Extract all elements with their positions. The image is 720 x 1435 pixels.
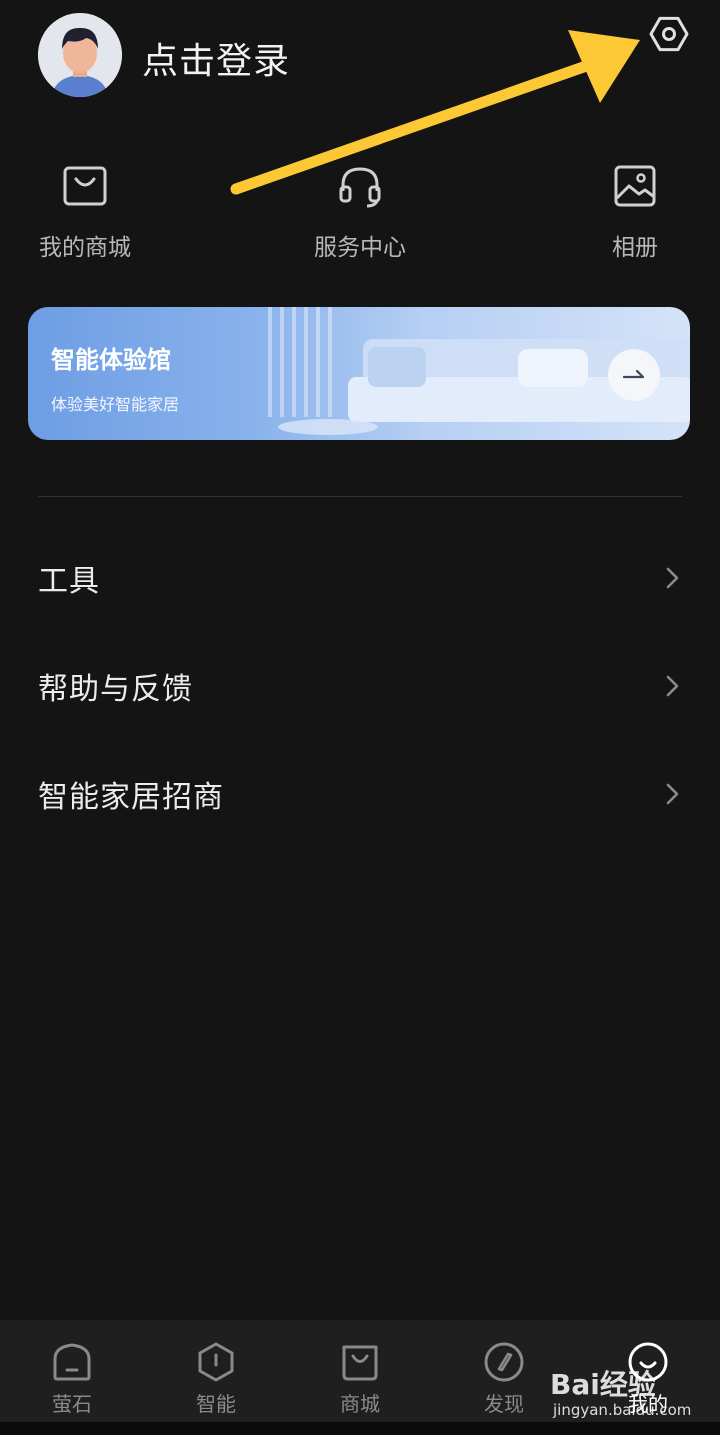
avatar[interactable]: [38, 13, 122, 97]
tab-label: 商城: [340, 1392, 380, 1416]
compass-icon: [482, 1340, 526, 1384]
tab-mall[interactable]: 商城: [288, 1320, 432, 1422]
home-icon: [50, 1340, 94, 1384]
banner-subtitle: 体验美好智能家居: [51, 395, 180, 414]
chevron-right-icon: [666, 675, 679, 697]
chevron-right-icon: [666, 783, 679, 805]
shortcut-label: 服务中心: [314, 235, 406, 261]
bottom-tab-bar: 萤石 智能 商城 发现 我的: [0, 1320, 720, 1422]
banner-arrow-button[interactable]: [608, 349, 660, 401]
arrow-right-icon: [622, 369, 645, 379]
tab-mine[interactable]: 我的: [576, 1320, 720, 1422]
menu-item-tools[interactable]: 工具: [0, 543, 720, 613]
tab-label: 智能: [196, 1392, 236, 1416]
menu-item-help-feedback[interactable]: 帮助与反馈: [0, 651, 720, 721]
banner-title: 智能体验馆: [51, 346, 171, 374]
shortcut-label: 相册: [612, 235, 658, 261]
shopping-bag-icon: [338, 1340, 382, 1384]
smile-icon: [626, 1340, 670, 1384]
tab-ezviz-home[interactable]: 萤石: [0, 1320, 144, 1422]
chevron-right-icon: [666, 567, 679, 589]
headset-icon: [334, 160, 386, 212]
system-nav-bar: [0, 1422, 720, 1435]
tab-label: 我的: [628, 1392, 668, 1416]
menu-item-label: 工具: [38, 564, 100, 599]
shortcut-service-center[interactable]: 服务中心: [290, 160, 430, 262]
shortcut-my-mall[interactable]: 我的商城: [15, 160, 155, 262]
bag-icon: [59, 160, 111, 212]
shortcut-album[interactable]: 相册: [565, 160, 705, 262]
login-link[interactable]: 点击登录: [142, 32, 290, 84]
divider: [38, 496, 682, 497]
menu-item-label: 智能家居招商: [38, 780, 224, 815]
photo-icon: [609, 160, 661, 212]
tab-label: 发现: [484, 1392, 524, 1416]
hexagon-info-icon: [194, 1340, 238, 1384]
settings-hexagon-icon: [649, 16, 689, 52]
tab-discover[interactable]: 发现: [432, 1320, 576, 1422]
experience-hall-banner[interactable]: 智能体验馆 体验美好智能家居: [28, 307, 690, 440]
menu-item-label: 帮助与反馈: [38, 672, 193, 707]
avatar-illustration: [38, 13, 122, 97]
shortcut-label: 我的商城: [39, 235, 131, 261]
settings-button[interactable]: [645, 10, 693, 58]
menu-item-smart-home-partners[interactable]: 智能家居招商: [0, 759, 720, 829]
tab-label: 萤石: [52, 1392, 92, 1416]
tab-smart[interactable]: 智能: [144, 1320, 288, 1422]
